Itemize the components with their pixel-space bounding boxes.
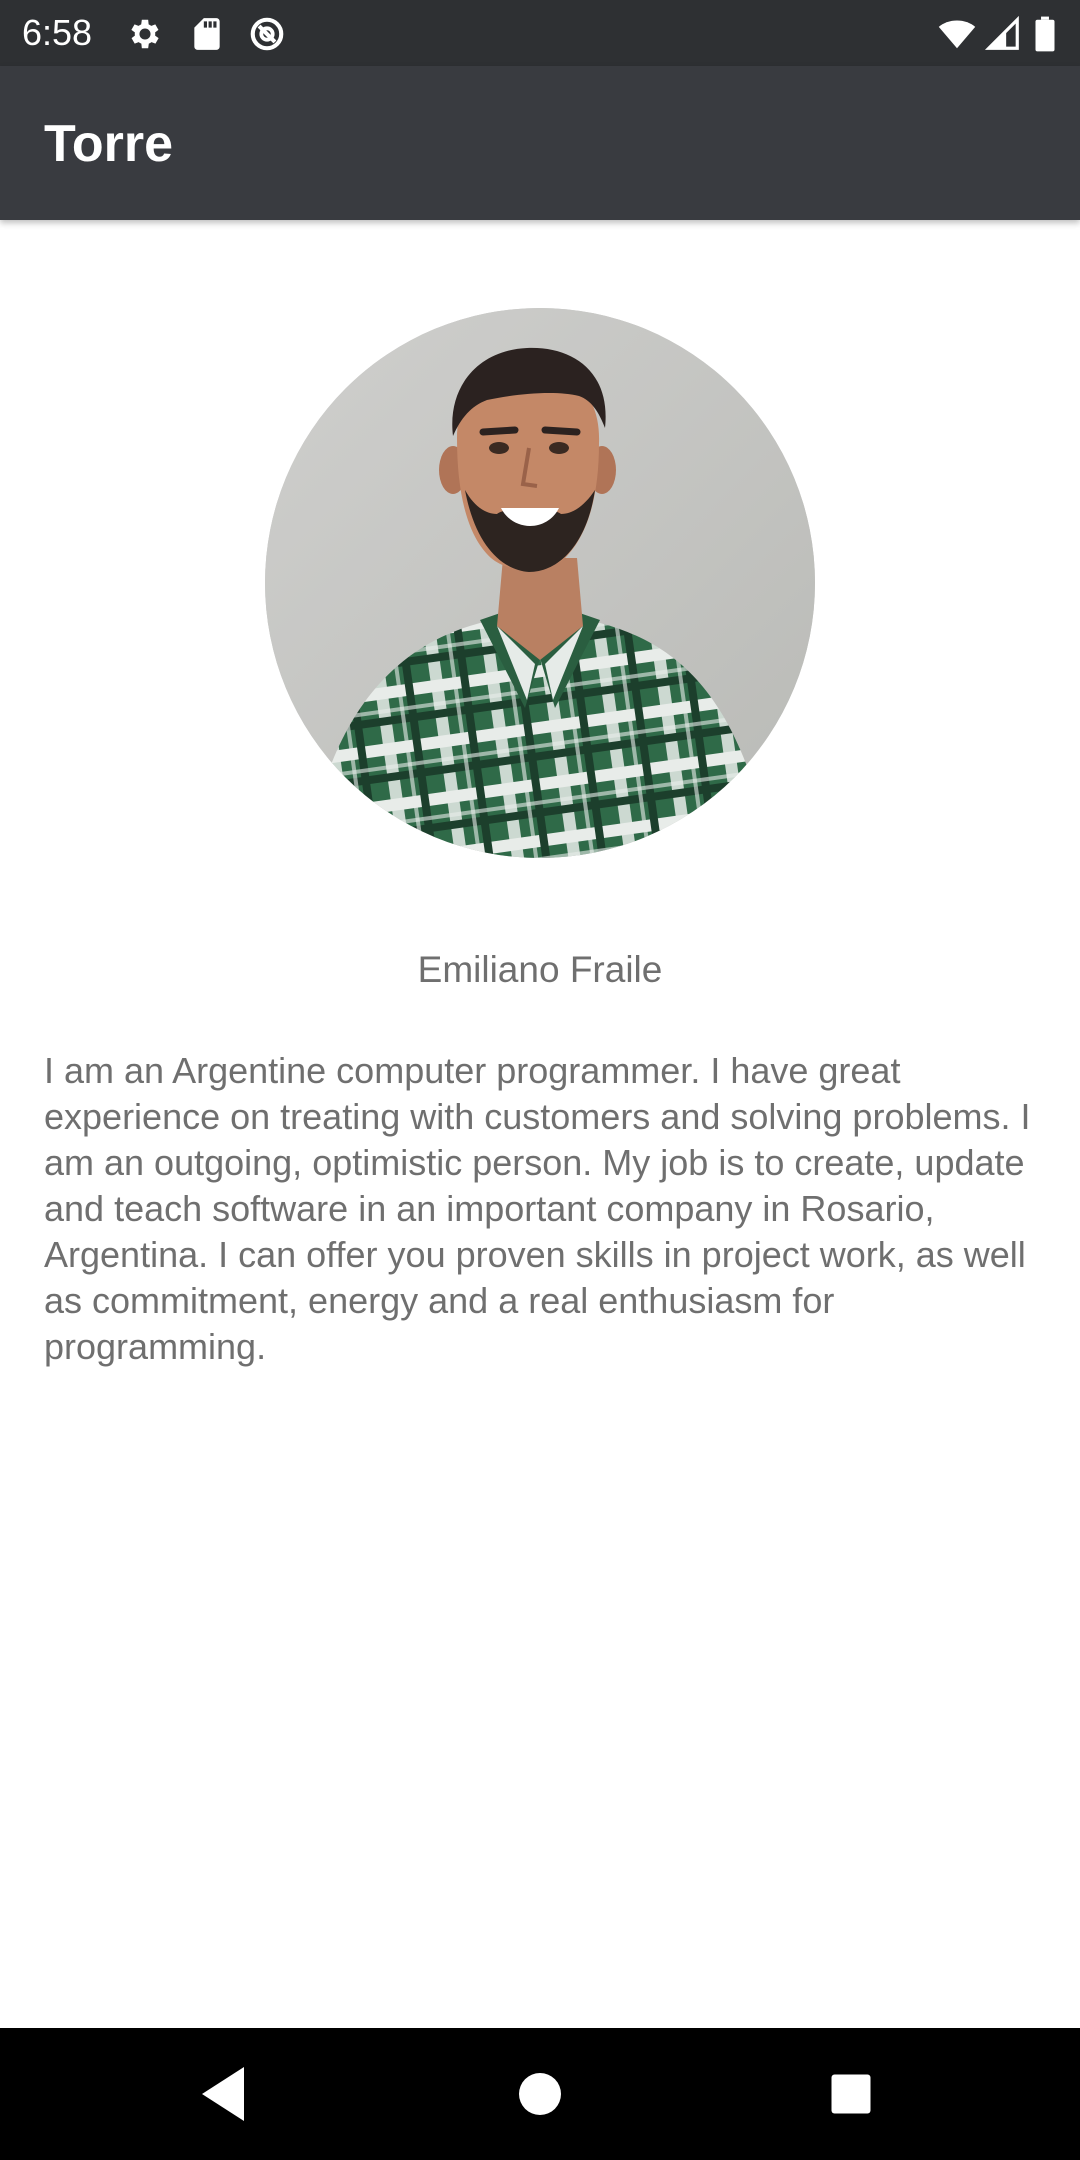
screen: 6:58 Torre Emiliano Fraile I am an Argen… (0, 0, 1080, 2160)
cell-signal-icon (984, 15, 1022, 53)
status-bar: 6:58 (0, 0, 1080, 66)
home-icon[interactable] (504, 2058, 576, 2130)
sd-card-icon (188, 15, 226, 53)
battery-icon (1030, 15, 1060, 53)
profile-avatar (265, 308, 815, 858)
profile-photo (265, 308, 815, 858)
status-time: 6:58 (22, 12, 93, 53)
navigation-bar (0, 2028, 1080, 2160)
profile-name: Emiliano Fraile (417, 949, 663, 990)
back-icon[interactable] (190, 2058, 262, 2130)
vpn-key-icon (248, 15, 286, 53)
recents-icon[interactable] (815, 2058, 887, 2130)
settings-icon (126, 15, 164, 53)
wifi-icon (936, 15, 978, 53)
app-title: Torre (44, 115, 174, 173)
app-bar: Torre (0, 66, 1080, 220)
profile-bio: I am an Argentine computer programmer. I… (44, 1050, 1031, 1367)
